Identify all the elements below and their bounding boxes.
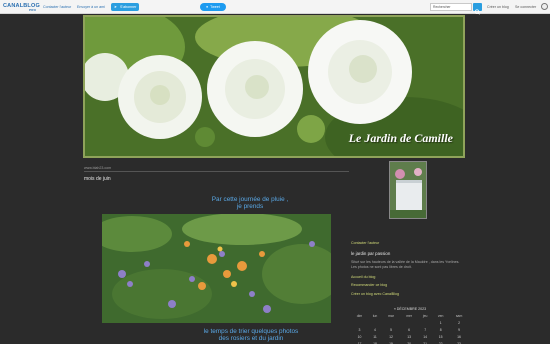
calendar-day: 11 bbox=[373, 334, 377, 339]
caption-line: Par cette journée de pluie , bbox=[211, 196, 289, 203]
calendar-row: 1 2 bbox=[351, 319, 469, 326]
calendar-day: 6 bbox=[408, 327, 411, 332]
calendar-day: 17 bbox=[357, 341, 362, 344]
calendar-day: 23 bbox=[457, 341, 461, 344]
calendar-day: 10 bbox=[357, 334, 362, 339]
profile-photo-image bbox=[390, 162, 426, 218]
breadcrumb[interactable]: www.blah23.com bbox=[84, 166, 111, 170]
search-icon bbox=[474, 9, 480, 15]
top-bar: CANALBLOG PRO Contacter l'auteur Envoyer… bbox=[0, 0, 550, 15]
search-button[interactable] bbox=[473, 3, 482, 15]
home-link[interactable]: Accueil du blog bbox=[351, 275, 375, 279]
search-input[interactable]: Rechercher bbox=[430, 3, 472, 11]
calendar-day bbox=[351, 319, 368, 326]
post-caption-top: Par cette journée de pluie , je prends bbox=[150, 196, 350, 211]
calendar-row: 17 18 19 20 21 22 23 bbox=[351, 340, 469, 344]
blog-banner[interactable]: Le Jardin de Camille bbox=[83, 15, 465, 158]
calendar-row: 3 4 5 6 7 8 9 bbox=[351, 326, 469, 333]
caption-line: je prends bbox=[236, 203, 264, 211]
calendar-day: 1 bbox=[439, 320, 442, 325]
contact-author-sidebar-link[interactable]: Contacter l'auteur bbox=[351, 241, 379, 245]
calendar-day: 12 bbox=[389, 334, 393, 339]
calendar-day: 3 bbox=[358, 327, 361, 332]
user-avatar-icon[interactable] bbox=[541, 3, 548, 10]
profile-thumbnail[interactable] bbox=[389, 161, 427, 219]
tweet-label: Tweet bbox=[210, 5, 220, 9]
bird-icon: ● bbox=[206, 5, 209, 9]
description-line: Les photos ne sont pas libres de droit. bbox=[351, 265, 412, 269]
sidebar-description: Situé sur les hauteurs de la vallée de l… bbox=[351, 260, 459, 270]
search-placeholder: Rechercher bbox=[433, 5, 451, 9]
calendar-day: 16 bbox=[457, 334, 461, 339]
calendar-row: 10 11 12 13 14 15 16 bbox=[351, 333, 469, 340]
calendar: dim lun mar mer jeu ven sam 1 2 3 4 5 6 … bbox=[351, 313, 469, 344]
logo-sub: PRO bbox=[29, 8, 37, 12]
calendar-day: 21 bbox=[423, 341, 428, 344]
calendar-day: 20 bbox=[407, 341, 411, 344]
calendar-day: 8 bbox=[439, 327, 442, 332]
calendar-day: 7 bbox=[424, 327, 427, 332]
calendar-day: 14 bbox=[423, 334, 428, 339]
blog-title: Le Jardin de Camille bbox=[348, 131, 453, 145]
calendar-day: 13 bbox=[407, 334, 411, 339]
contact-author-link[interactable]: Contacter l'auteur bbox=[43, 5, 71, 9]
calendar-day bbox=[418, 319, 432, 326]
caption-line: le temps de trier quelques photos bbox=[203, 328, 299, 335]
calendar-month[interactable]: « DÉCEMBRE 2023 bbox=[351, 307, 469, 311]
post-title[interactable]: mois de juin bbox=[84, 176, 111, 182]
recommend-link[interactable]: Recommander ce blog bbox=[351, 283, 387, 287]
garden-photo[interactable] bbox=[102, 214, 331, 323]
send-to-friend-link[interactable]: Envoyer à un ami bbox=[77, 5, 105, 9]
tweet-button[interactable]: ● Tweet bbox=[200, 3, 226, 11]
calendar-day: 18 bbox=[373, 341, 377, 344]
login-link[interactable]: Se connecter bbox=[515, 5, 536, 9]
sidebar-blog-title: le jardin par passion bbox=[351, 251, 391, 256]
divider bbox=[84, 171, 349, 172]
calendar-day bbox=[400, 319, 418, 326]
calendar-day: 5 bbox=[390, 327, 392, 332]
caption-line: des rosiers et du jardin bbox=[218, 335, 284, 343]
create-blog-link[interactable]: Créer un blog bbox=[487, 5, 509, 9]
calendar-day: 2 bbox=[458, 320, 460, 325]
garden-flowers-image bbox=[102, 214, 331, 323]
subscribe-label: S'abonner bbox=[120, 5, 137, 9]
calendar-day: 22 bbox=[438, 341, 443, 344]
calendar-day bbox=[368, 319, 382, 326]
calendar-day bbox=[382, 319, 400, 326]
calendar-day: 4 bbox=[374, 327, 376, 332]
canalblog-logo[interactable]: CANALBLOG PRO bbox=[3, 3, 40, 12]
post-caption-bottom: le temps de trier quelques photos des ro… bbox=[136, 328, 366, 343]
calendar-day: 9 bbox=[458, 327, 460, 332]
subscribe-button[interactable]: ➤ S'abonner bbox=[111, 3, 140, 11]
calendar-day: 19 bbox=[389, 341, 393, 344]
create-blog-sidebar-link[interactable]: Créer un blog avec CanalBlog bbox=[351, 292, 399, 296]
paper-plane-icon: ➤ bbox=[114, 5, 118, 9]
calendar-day: 15 bbox=[438, 334, 443, 339]
